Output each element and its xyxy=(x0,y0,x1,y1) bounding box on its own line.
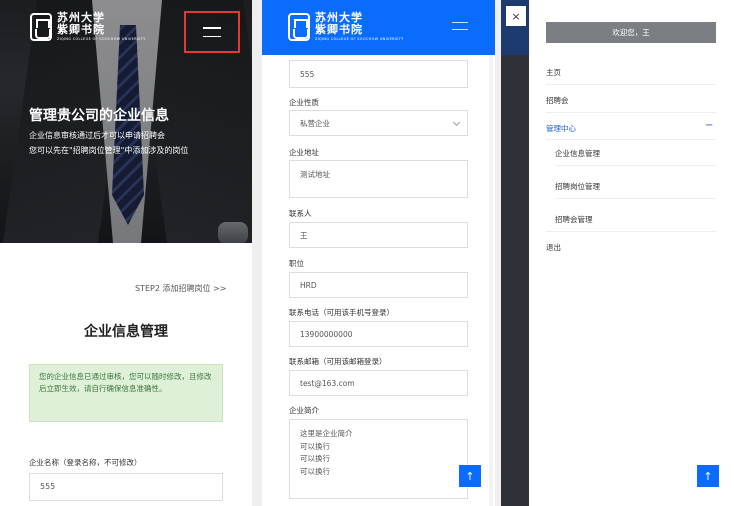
company-nature-select[interactable]: 私营企业 xyxy=(289,110,468,136)
hero-subtitle-line2: 您可以先在"招聘岗位管理"中添加涉及的岗位 xyxy=(29,146,189,155)
screenshot-canvas: 苏州大学 紫卿书院 ZIQING COLLEGE OF SOOCHOW UNIV… xyxy=(0,0,734,506)
nav-divider xyxy=(555,165,716,166)
position-input[interactable]: HRD xyxy=(289,272,468,298)
email-label: 联系邮箱（可用该邮箱登录） xyxy=(289,357,387,366)
email-input[interactable]: test@163.com xyxy=(289,370,468,396)
nav-subitem-job-fair-management[interactable]: 招聘会管理 xyxy=(555,214,593,225)
arrow-up-icon: ↑ xyxy=(465,469,475,483)
page-title: 企业信息管理 xyxy=(84,324,168,340)
page-overlay[interactable] xyxy=(501,0,529,506)
logo-emblem-icon xyxy=(288,12,310,41)
logo-name-en: ZIQING COLLEGE OF SOOCHOW UNIVERSITY xyxy=(315,37,404,41)
hamburger-line-icon xyxy=(203,27,221,29)
back-to-top-button[interactable]: ↑ xyxy=(459,465,481,487)
chevron-down-icon xyxy=(452,118,461,127)
site-logo[interactable]: 苏州大学 紫卿书院 ZIQING COLLEGE OF SOOCHOW UNIV… xyxy=(30,12,146,41)
panel-menu-view: × 欢迎您，王 主页 招聘会 管理中心 − 企业信息管理 招聘岗位管理 招聘会管… xyxy=(501,0,734,506)
nav-item-job-fair[interactable]: 招聘会 xyxy=(546,95,569,106)
hamburger-line-icon xyxy=(452,22,468,24)
intro-line: 可以换行 xyxy=(300,441,330,451)
position-label: 职位 xyxy=(289,259,304,268)
intro-line: 可以换行 xyxy=(300,466,330,476)
nav-divider xyxy=(546,231,716,232)
company-name-label: 企业名称（登录名称，不可修改） xyxy=(29,458,142,467)
nav-item-management-center[interactable]: 管理中心 xyxy=(546,123,576,134)
collapse-minus-icon[interactable]: − xyxy=(705,120,713,131)
nav-divider xyxy=(555,198,716,199)
hamburger-line-icon xyxy=(203,35,221,37)
logo-text: 苏州大学 紫卿书院 ZIQING COLLEGE OF SOOCHOW UNIV… xyxy=(315,12,404,42)
back-to-top-button[interactable]: ↑ xyxy=(697,465,719,487)
side-drawer-menu: 欢迎您，王 主页 招聘会 管理中心 − 企业信息管理 招聘岗位管理 招聘会管理 … xyxy=(529,0,734,506)
contact-label: 联系人 xyxy=(289,209,312,218)
approval-alert: 您的企业信息已通过审核，您可以随时修改，且修改后立即生效，请自行确保信息准确性。 xyxy=(29,364,223,422)
nav-divider xyxy=(546,84,716,85)
welcome-banner: 欢迎您，王 xyxy=(546,22,716,43)
logo-emblem-icon xyxy=(30,12,52,41)
logo-name-en: ZIQING COLLEGE OF SOOCHOW UNIVERSITY xyxy=(57,37,146,41)
hero-subtitle-line1: 企业信息审核通过后才可以申请招聘会 xyxy=(29,131,165,140)
company-address-label: 企业地址 xyxy=(289,148,319,157)
company-name-input[interactable]: 555 xyxy=(29,473,223,501)
close-menu-button[interactable]: × xyxy=(506,6,526,26)
hamburger-menu-button[interactable] xyxy=(452,22,468,31)
phone-label: 联系电话（可用该手机号登录） xyxy=(289,308,394,317)
company-nature-label: 企业性质 xyxy=(289,98,319,107)
hamburger-menu-button[interactable] xyxy=(184,11,240,53)
panel-form-view: 苏州大学 紫卿书院 ZIQING COLLEGE OF SOOCHOW UNIV… xyxy=(262,0,495,506)
step2-add-job-link[interactable]: STEP2 添加招聘岗位 >> xyxy=(135,283,226,294)
logo-name-line2: 紫卿书院 xyxy=(57,23,105,36)
phone-input[interactable]: 13900000000 xyxy=(289,321,468,347)
company-nature-value: 私营企业 xyxy=(300,118,330,128)
nav-divider xyxy=(546,112,716,113)
close-icon: × xyxy=(511,9,521,23)
hamburger-line-icon xyxy=(452,29,468,31)
arrow-up-icon: ↑ xyxy=(703,469,713,483)
nav-subitem-job-positions[interactable]: 招聘岗位管理 xyxy=(555,181,600,192)
panel-divider xyxy=(252,0,262,506)
nav-item-logout[interactable]: 退出 xyxy=(546,242,561,253)
company-name-input[interactable]: 555 xyxy=(289,60,468,88)
intro-line: 可以换行 xyxy=(300,454,330,463)
panel-home-view: 苏州大学 紫卿书院 ZIQING COLLEGE OF SOOCHOW UNIV… xyxy=(0,0,252,506)
nav-item-home[interactable]: 主页 xyxy=(546,67,561,78)
company-intro-textarea[interactable]: 这里是企业简介 可以换行 可以换行 可以换行 xyxy=(289,419,468,499)
logo-name-line2: 紫卿书院 xyxy=(315,23,363,36)
nav-divider xyxy=(546,139,716,140)
scrollbar[interactable] xyxy=(489,55,493,506)
site-logo[interactable]: 苏州大学 紫卿书院 ZIQING COLLEGE OF SOOCHOW UNIV… xyxy=(288,12,404,41)
contact-input[interactable]: 王 xyxy=(289,222,468,248)
nav-subitem-company-info[interactable]: 企业信息管理 xyxy=(555,148,600,159)
hero-title: 管理贵公司的企业信息 xyxy=(29,108,169,124)
company-address-textarea[interactable]: 测试地址 xyxy=(289,160,468,198)
logo-text: 苏州大学 紫卿书院 ZIQING COLLEGE OF SOOCHOW UNIV… xyxy=(57,12,146,42)
company-intro-label: 企业简介 xyxy=(289,406,319,415)
intro-line: 这里是企业简介 xyxy=(300,429,353,438)
